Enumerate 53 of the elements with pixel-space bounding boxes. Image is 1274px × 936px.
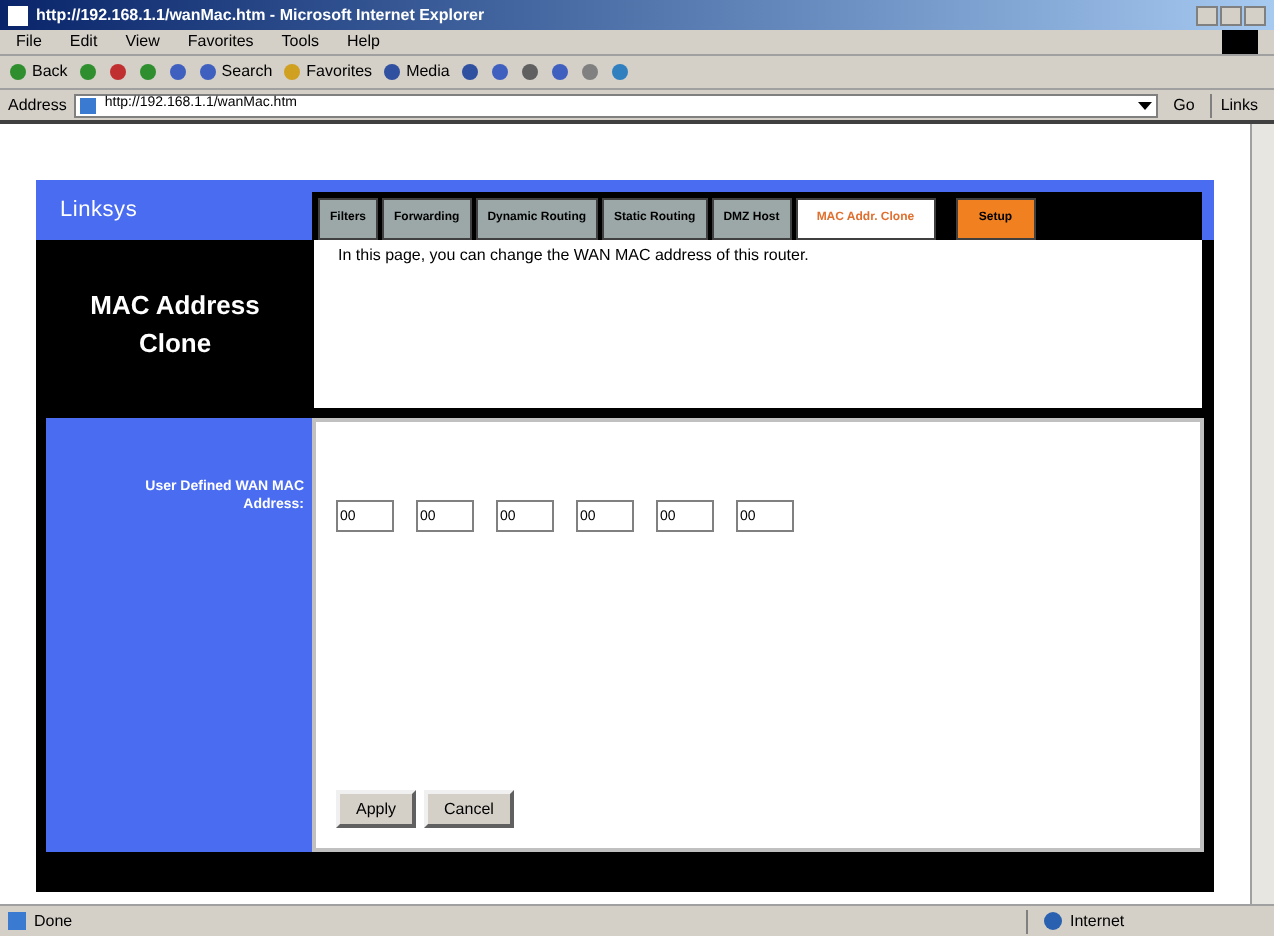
links-button[interactable]: Links	[1210, 93, 1266, 117]
status-text: Done	[34, 909, 73, 933]
menu-item[interactable]: Tools	[281, 30, 319, 54]
toolbar-icon	[77, 62, 98, 82]
toolbar-button[interactable]	[549, 62, 570, 82]
toolbar-button[interactable]: Back	[8, 60, 68, 84]
toolbar-button[interactable]: Media	[382, 60, 450, 84]
menu-item[interactable]: View	[125, 30, 160, 54]
toolbar-button[interactable]: Search	[197, 60, 273, 84]
toolbar-button[interactable]	[77, 62, 98, 82]
toolbar-icon	[489, 62, 510, 82]
toolbar-button[interactable]	[167, 62, 188, 82]
toolbar-icon	[137, 62, 158, 82]
toolbar-button[interactable]	[489, 62, 510, 82]
toolbar-icon	[382, 62, 403, 82]
toolbar-button[interactable]	[137, 62, 158, 82]
toolbar-icon	[282, 62, 303, 82]
form-button[interactable]: Cancel	[424, 790, 514, 828]
maximize-button[interactable]	[1220, 5, 1242, 25]
page-icon	[8, 912, 26, 930]
toolbar-icon	[197, 62, 218, 82]
toolbar-icon	[167, 62, 188, 82]
toolbar-icon	[579, 62, 600, 82]
toolbar-button[interactable]	[519, 62, 540, 82]
toolbar-icon	[459, 62, 480, 82]
globe-icon	[1044, 912, 1062, 930]
address-label: Address	[8, 93, 67, 117]
zone-text: Internet	[1070, 909, 1125, 933]
menu-item[interactable]: Favorites	[187, 30, 254, 54]
toolbar-icon	[107, 62, 128, 82]
dropdown-arrow-icon	[1137, 99, 1152, 111]
form-button[interactable]: Apply	[336, 790, 417, 828]
close-button[interactable]	[1244, 5, 1266, 25]
go-button[interactable]: Go	[1165, 93, 1203, 117]
menu-item[interactable]: Help	[346, 30, 380, 54]
toolbar-button[interactable]: Favorites	[282, 60, 373, 84]
toolbar-button[interactable]	[107, 62, 128, 82]
logo-text: Linksys	[60, 195, 140, 226]
window-title: http://192.168.1.1/wanMac.htm - Microsoft Internet Explorer	[36, 3, 485, 27]
toolbar-button[interactable]	[609, 62, 630, 82]
toolbar-icon	[8, 62, 28, 82]
page-icon	[8, 5, 28, 25]
toolbar-icon	[549, 62, 570, 82]
toolbar-icon	[519, 62, 540, 82]
menu-item[interactable]: File	[16, 30, 42, 54]
section-title: MAC Address Clone	[36, 240, 314, 408]
minimize-button[interactable]	[1196, 5, 1218, 25]
toolbar-button[interactable]	[579, 62, 600, 82]
intro-text: In this page, you can change the WAN MAC address of this router.	[338, 244, 811, 268]
page-icon	[80, 97, 97, 113]
toolbar-icon	[609, 62, 630, 82]
toolbar-button[interactable]	[459, 62, 480, 82]
menu-item[interactable]: Edit	[69, 30, 98, 54]
